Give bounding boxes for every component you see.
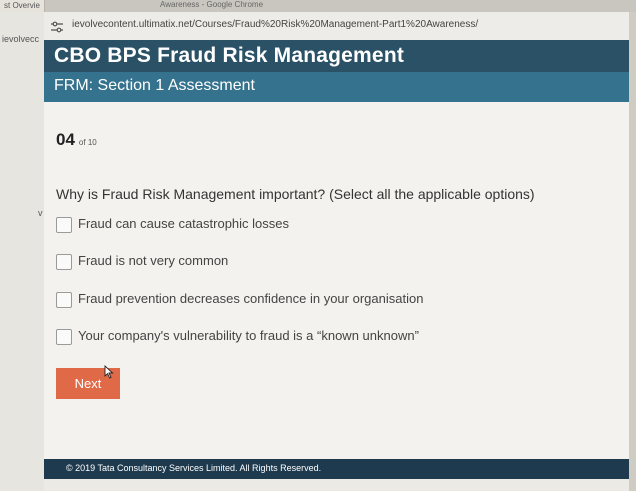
- background-page: ievolvecc v: [0, 12, 44, 491]
- site-settings-icon[interactable]: [50, 20, 64, 33]
- option-1-label[interactable]: Fraud can cause catastrophic losses: [78, 216, 289, 231]
- question-text: Why is Fraud Risk Management important? …: [56, 186, 535, 202]
- option-4-checkbox[interactable]: [56, 329, 72, 345]
- question-total: of 10: [78, 138, 97, 147]
- page-footer: © 2019 Tata Consultancy Services Limited…: [44, 459, 629, 479]
- option-2-label[interactable]: Fraud is not very common: [78, 253, 228, 268]
- question-counter: 04 of 10: [56, 130, 97, 150]
- mouse-cursor-icon: [104, 364, 114, 379]
- url-text[interactable]: ievolvecontent.ultimatix.net/Courses/Fra…: [72, 19, 478, 30]
- background-edge: [629, 12, 636, 491]
- section-title: FRM: Section 1 Assessment: [54, 77, 255, 94]
- question-number: 04: [56, 130, 75, 149]
- address-bar[interactable]: ievolvecontent.ultimatix.net/Courses/Fra…: [44, 12, 629, 41]
- window-title: Awareness - Google Chrome: [160, 0, 264, 9]
- option-1-checkbox[interactable]: [56, 217, 72, 233]
- course-header: CBO BPS Fraud Risk Management: [44, 40, 629, 72]
- background-url-fragment: ievolvecc: [2, 34, 40, 44]
- course-popup-window: ievolvecontent.ultimatix.net/Courses/Fra…: [44, 12, 629, 491]
- background-tab[interactable]: st Overvie: [0, 0, 46, 12]
- quiz-content: 04 of 10 Why is Fraud Risk Management imp…: [44, 102, 629, 459]
- option-4-label[interactable]: Your company's vulnerability to fraud is…: [78, 328, 419, 343]
- option-3-checkbox[interactable]: [56, 292, 72, 308]
- section-header: FRM: Section 1 Assessment: [44, 72, 629, 102]
- background-text-fragment: v: [38, 208, 43, 218]
- copyright-text: © 2019 Tata Consultancy Services Limited…: [66, 463, 322, 473]
- option-2-checkbox[interactable]: [56, 254, 72, 270]
- option-3-label[interactable]: Fraud prevention decreases confidence in…: [78, 291, 423, 306]
- window-bottom: [44, 479, 629, 491]
- course-title: CBO BPS Fraud Risk Management: [54, 44, 405, 67]
- background-browser-titlebar: st Overvie Awareness - Google Chrome: [0, 0, 636, 12]
